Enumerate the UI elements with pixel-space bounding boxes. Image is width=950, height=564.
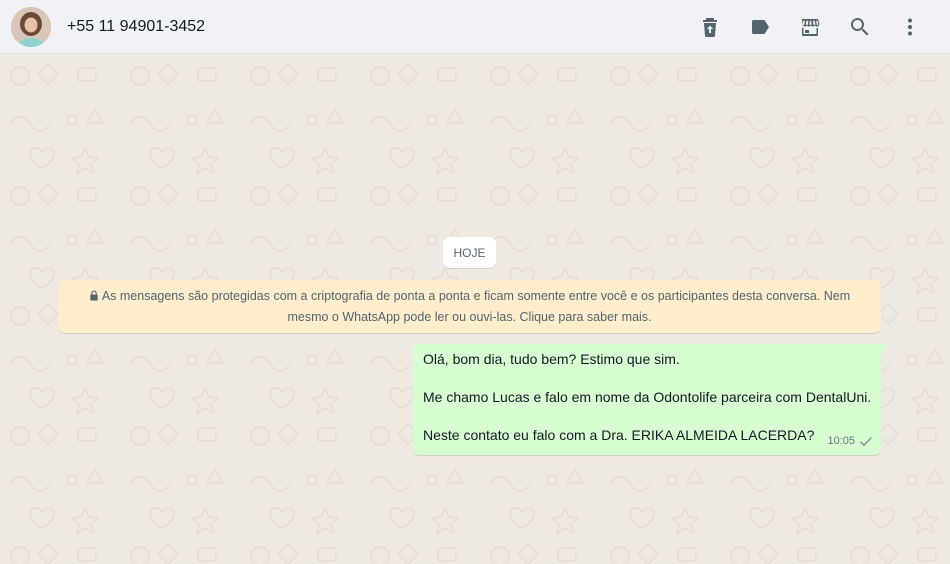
encryption-notice-text: As mensagens são protegidas com a cripto… <box>101 289 851 324</box>
single-check-icon <box>859 436 873 447</box>
chat-header: +55 11 94901-3452 <box>0 0 950 54</box>
archive-button[interactable] <box>690 7 730 47</box>
lock-icon <box>89 287 99 307</box>
header-actions <box>680 0 930 54</box>
avatar-photo <box>11 6 51 47</box>
date-chip: HOJE <box>443 237 496 268</box>
message-time: 10:05 <box>827 435 855 447</box>
catalog-store-icon <box>802 19 820 36</box>
contact-avatar[interactable] <box>11 6 51 47</box>
encryption-notice[interactable]: As mensagens são protegidas com a cripto… <box>58 280 881 333</box>
message-line: Neste contato eu falo com a Dra. ERIKA A… <box>423 427 815 443</box>
label-button[interactable] <box>740 7 780 47</box>
menu-dots-icon <box>908 18 912 36</box>
message-meta: 10:05 <box>827 432 873 451</box>
bubble-tail <box>881 344 889 355</box>
menu-button[interactable] <box>890 7 930 47</box>
search-button[interactable] <box>840 7 880 47</box>
chat-pane[interactable]: HOJE As mensagens são protegidas com a c… <box>0 54 950 564</box>
message-line: Olá, bom dia, tudo bem? Estimo que sim. <box>423 351 680 367</box>
contact-name[interactable]: +55 11 94901-3452 <box>67 18 205 36</box>
message-line: Me chamo Lucas e falo em nome da Odontol… <box>423 389 872 405</box>
outgoing-message[interactable]: Olá, bom dia, tudo bem? Estimo que sim. … <box>413 344 889 455</box>
search-icon <box>851 18 869 36</box>
chat-scrollbar[interactable] <box>943 54 950 564</box>
catalog-button[interactable] <box>790 7 830 47</box>
label-icon <box>752 20 769 34</box>
archive-icon <box>703 18 717 37</box>
